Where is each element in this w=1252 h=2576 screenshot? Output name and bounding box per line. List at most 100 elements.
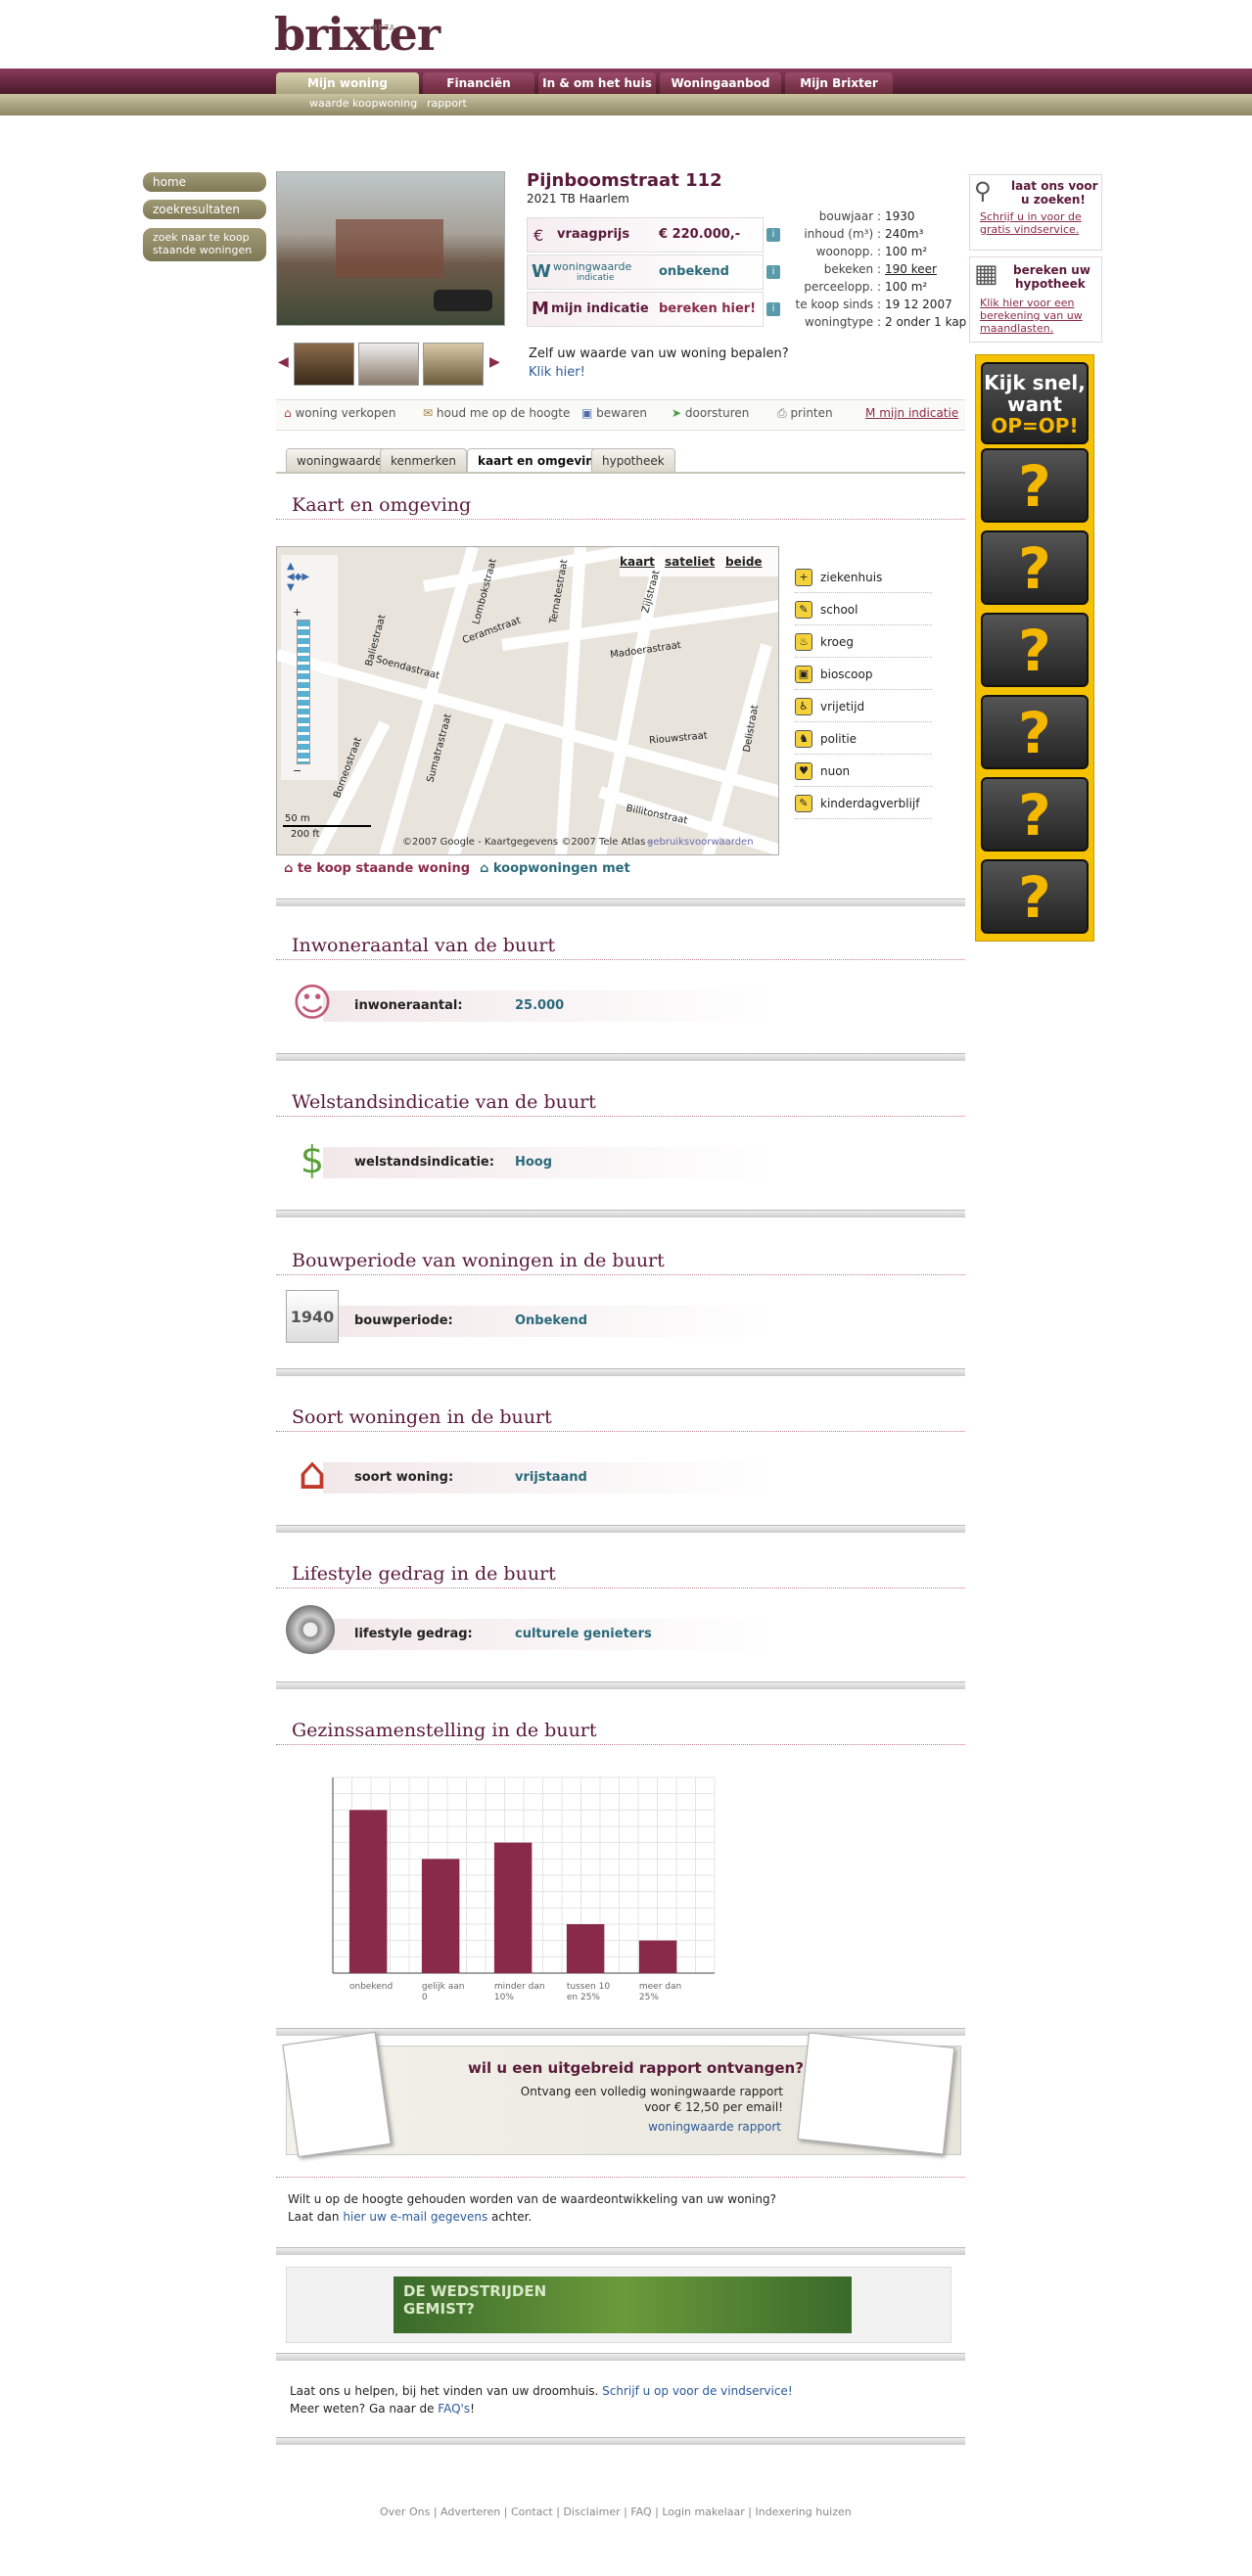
vindservice-title: u zoeken!	[1021, 193, 1086, 207]
tab-hypotheek[interactable]: hypotheek	[591, 448, 675, 472]
nav-tab-in-om-het-huis[interactable]: In & om het huis	[538, 72, 656, 94]
ad-tile-question[interactable]: ?	[981, 695, 1089, 769]
school-icon: ✎	[795, 601, 812, 619]
spec-key: bouwjaar :	[818, 209, 881, 223]
ad-tile-question[interactable]: ?	[981, 448, 1089, 523]
thumb-next-arrow-icon[interactable]: ▶	[489, 354, 500, 370]
faq-link[interactable]: FAQ's	[438, 2402, 470, 2415]
left-menu-home[interactable]: home	[143, 172, 266, 192]
help-line1: Laat ons u helpen, bij het vinden van uw…	[290, 2384, 793, 2398]
bereken-hier-link[interactable]: bereken hier!	[659, 301, 756, 316]
bar-4	[638, 1940, 677, 1973]
action-label: woning verkopen	[295, 406, 396, 420]
woningwaarde-rapport-link[interactable]: woningwaarde rapport	[499, 2120, 781, 2134]
calendar-icon: 1940	[286, 1290, 339, 1343]
help-pre: Laat ons u helpen, bij het vinden van uw…	[290, 2384, 603, 2398]
action-mijn-indicatie[interactable]: M mijn indicatie	[865, 406, 958, 420]
help-pre: Meer weten? Ga naar de	[290, 2402, 439, 2415]
map-link-te-koop[interactable]: ⌂ te koop staande woning	[284, 861, 470, 876]
property-photo	[276, 171, 505, 326]
welstand-value: Hoog	[515, 1155, 553, 1170]
map-link-koopwoningen[interactable]: ⌂ koopwoningen met	[480, 861, 630, 876]
email-gegevens-link[interactable]: hier uw e-mail gegevens	[343, 2210, 487, 2224]
legend-vrijetijd[interactable]: ♿ vrijetijd	[795, 691, 932, 722]
gezinssamenstelling-chart: onbekend gelijk aan0 minder dan10% tussen 1…	[332, 1776, 716, 2002]
ad-tile-question[interactable]: ?	[981, 777, 1089, 851]
thumbnail-1[interactable]	[294, 343, 354, 386]
forward-icon: ➤	[672, 406, 682, 420]
hypotheek-title: hypotheek	[1015, 277, 1086, 291]
thumbnail-2[interactable]	[358, 343, 419, 386]
vindservice-title: laat ons voor	[1011, 179, 1098, 193]
zoom-in-icon[interactable]: +	[293, 606, 301, 619]
subnav-waarde-koopwoning[interactable]: waarde koopwoning	[309, 97, 417, 110]
film-reel-icon	[286, 1605, 335, 1654]
section-title-inwoneraantal: Inwoneraantal van de buurt	[292, 935, 556, 956]
action-woning-verkopen[interactable]: ⌂ woning verkopen	[284, 406, 395, 420]
x-tick-label: 10%	[494, 1993, 514, 2002]
map-pan-control[interactable]: ▲ ◀◆▶ ▼	[287, 561, 309, 593]
binoculars-icon: ⚲	[974, 177, 992, 205]
tab-woningwaarde[interactable]: woningwaarde	[286, 448, 394, 472]
legend-ziekenhuis[interactable]: + ziekenhuis	[795, 562, 932, 593]
section-separator	[276, 2247, 965, 2255]
ad-tile-question[interactable]: ?	[981, 859, 1089, 934]
note-icon: ✉	[423, 406, 434, 420]
map-type-beide[interactable]: beide	[725, 555, 763, 569]
footer-contact[interactable]: Contact	[511, 2506, 553, 2518]
legend-kroeg[interactable]: ♨ kroeg	[795, 626, 932, 658]
hypotheek-link[interactable]: Klik hier voor een berekening van uw maa…	[980, 297, 1097, 335]
action-printen[interactable]: ⎙ printen	[777, 406, 833, 421]
footer-adverteren[interactable]: Adverteren	[441, 2506, 500, 2518]
nav-tab-financien[interactable]: Financiën	[423, 72, 534, 94]
legend-kinderdagverblijf[interactable]: ✎ kinderdagverblijf	[795, 788, 932, 819]
spec-value: 190 keer	[885, 262, 937, 276]
spec-key: perceelopp. :	[804, 280, 881, 294]
hypotheek-box[interactable]: ▦ bereken uw hypotheek Klik hier voor ee…	[969, 256, 1102, 343]
nav-tab-mijn-woning[interactable]: Mijn woning	[276, 72, 419, 94]
footer-indexering[interactable]: Indexering huizen	[755, 2506, 851, 2518]
action-doorsturen[interactable]: ➤ doorsturen	[672, 406, 749, 420]
footer-faq[interactable]: FAQ	[630, 2506, 651, 2518]
vindservice-link-right[interactable]: Schrijf u in voor de gratis vindservice.	[980, 210, 1097, 236]
map-terms-link[interactable]: gebruiksvoorwaarden	[647, 837, 754, 848]
footer-over-ons[interactable]: Over Ons	[380, 2506, 430, 2518]
section-separator	[276, 2353, 965, 2361]
nav-tab-woningaanbod[interactable]: Woningaanbod	[660, 72, 781, 94]
printer-icon: ⎙	[777, 406, 787, 420]
footer-disclaimer[interactable]: Disclaimer	[563, 2506, 620, 2518]
nav-tab-mijn-brixter[interactable]: Mijn Brixter	[785, 72, 893, 94]
legend-bioscoop[interactable]: ▣ bioscoop	[795, 659, 932, 690]
zoom-out-icon[interactable]: −	[293, 764, 301, 777]
map-type-kaart[interactable]: kaart	[620, 555, 655, 569]
thumb-prev-arrow-icon[interactable]: ◀	[278, 354, 289, 370]
legend-politie[interactable]: ♞ politie	[795, 723, 932, 755]
left-menu-zoek-te-koop[interactable]: zoek naar te koop staande woningen	[143, 228, 266, 261]
klik-hier-link[interactable]: Klik hier!	[529, 365, 585, 380]
subnav-rapport[interactable]: rapport	[427, 97, 467, 110]
ad-tile-question[interactable]: ?	[981, 613, 1089, 687]
map-type-sateliet[interactable]: sateliet	[665, 555, 715, 569]
tab-kenmerken[interactable]: kenmerken	[380, 448, 468, 472]
legend-label: nuon	[820, 764, 851, 778]
action-bewaren[interactable]: ▣ bewaren	[581, 406, 647, 420]
legend-nuon[interactable]: ♥ nuon	[795, 756, 932, 787]
spec-key: te koop sinds :	[795, 298, 881, 311]
map-zoom-slider[interactable]	[297, 620, 310, 764]
action-houd-me-op-de-hoogte[interactable]: ✉ houd me op de hoogte	[423, 406, 570, 420]
wedstrijden-banner[interactable]: DE WEDSTRIJDEN GEMIST?	[394, 2277, 852, 2333]
legend-school[interactable]: ✎ school	[795, 594, 932, 625]
vindservice-box[interactable]: ⚲ laat ons voor u zoeken! Schrijf u in v…	[969, 174, 1102, 251]
vindservice-link[interactable]: Schrijf u op voor de vindservice!	[602, 2384, 792, 2398]
bar-2	[493, 1842, 533, 1973]
section-separator	[276, 1681, 965, 1689]
ad-tile-question[interactable]: ?	[981, 530, 1089, 605]
money-icon: $	[300, 1138, 325, 1181]
brixter-logo[interactable]: brixter	[274, 8, 441, 61]
left-menu-zoekresultaten[interactable]: zoekresultaten	[143, 200, 266, 219]
footer-login-makelaar[interactable]: Login makelaar	[662, 2506, 744, 2518]
google-map[interactable]: kaart sateliet beide ▲ ◀◆▶ ▼ + − Lombokstr…	[276, 546, 779, 855]
legend-label: school	[820, 603, 858, 617]
thumbnail-3[interactable]	[423, 343, 484, 386]
map-link-label: koopwoningen met	[492, 861, 630, 876]
